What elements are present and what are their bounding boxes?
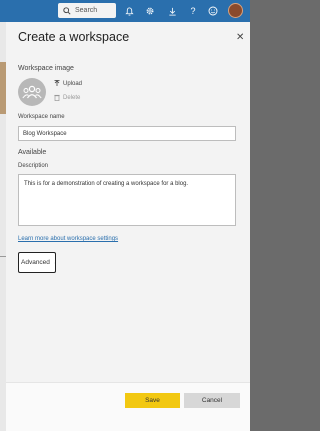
description-textarea[interactable]: This is for a demonstration of creating … xyxy=(18,174,236,226)
close-icon[interactable]: ✕ xyxy=(236,32,244,43)
workspace-image-label: Workspace image xyxy=(18,65,74,72)
trash-icon xyxy=(54,94,60,101)
smiley-icon[interactable] xyxy=(207,5,219,17)
cancel-button[interactable]: Cancel xyxy=(184,393,240,408)
top-bar: Search ? xyxy=(0,0,250,22)
chevron-down-icon xyxy=(53,262,55,263)
download-icon[interactable] xyxy=(166,5,178,17)
search-box[interactable]: Search xyxy=(58,3,116,18)
search-placeholder: Search xyxy=(75,7,98,14)
panel-title: Create a workspace xyxy=(18,30,130,44)
gear-icon[interactable] xyxy=(144,5,156,17)
advanced-toggle[interactable]: Advanced xyxy=(18,252,56,273)
panel-footer: Save Cancel xyxy=(6,382,250,431)
name-availability-text: Available xyxy=(18,149,47,156)
search-icon xyxy=(63,6,71,15)
create-workspace-panel: Create a workspace ✕ Workspace image Upl… xyxy=(6,22,250,431)
advanced-label: Advanced xyxy=(21,259,50,266)
workspace-name-label: Workspace name xyxy=(18,114,65,120)
learn-more-link[interactable]: Learn more about workspace settings xyxy=(18,236,118,242)
bell-icon[interactable] xyxy=(123,5,135,17)
delete-label: Delete xyxy=(63,94,81,101)
upload-label: Upload xyxy=(63,80,83,87)
upload-button[interactable]: Upload xyxy=(54,80,82,87)
people-icon xyxy=(22,85,42,99)
workspace-image-placeholder[interactable] xyxy=(18,78,46,106)
upload-icon xyxy=(54,80,60,86)
save-button[interactable]: Save xyxy=(125,393,180,408)
workspace-name-input[interactable]: Blog Workspace xyxy=(18,126,236,141)
delete-button[interactable]: Delete xyxy=(54,94,80,101)
description-label: Description xyxy=(18,163,49,169)
avatar[interactable] xyxy=(228,3,243,18)
help-icon[interactable]: ? xyxy=(187,5,199,17)
